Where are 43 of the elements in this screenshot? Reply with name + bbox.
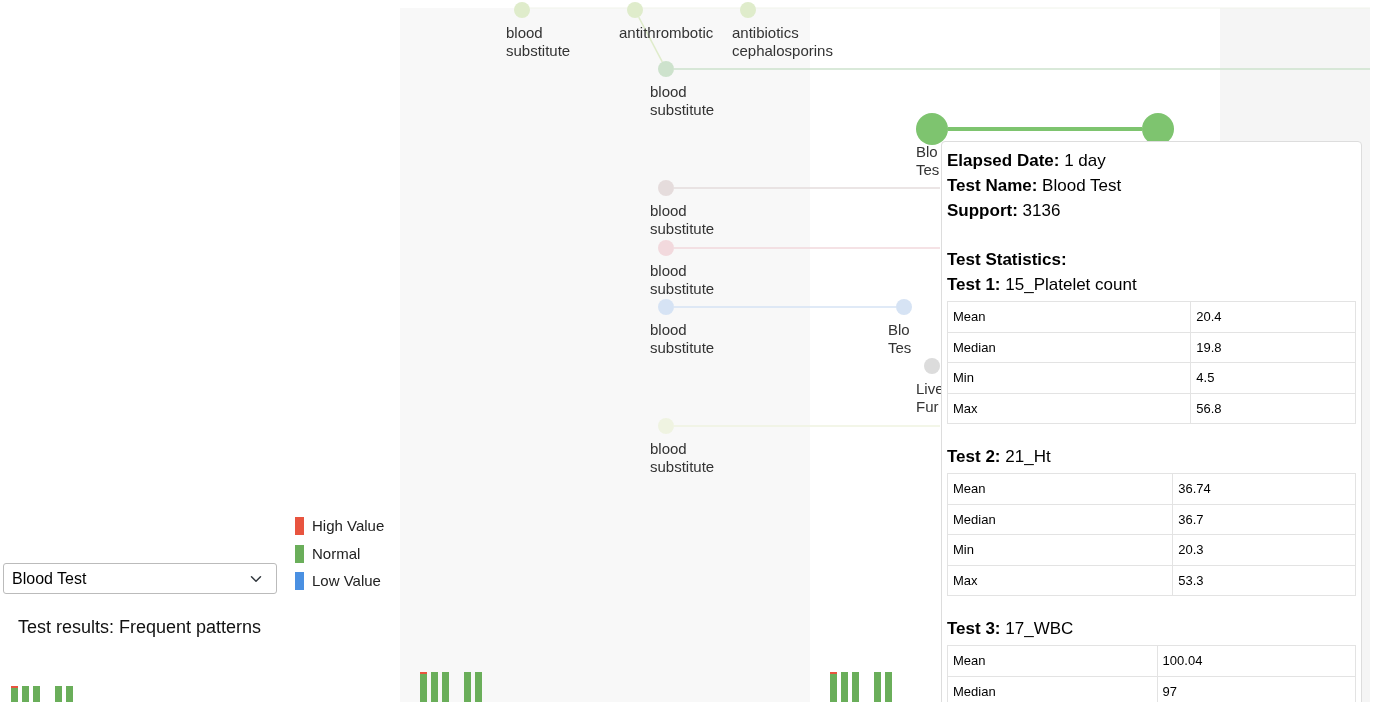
stat-value-cell: 100.04 xyxy=(1157,645,1356,676)
stat-value-cell: 19.8 xyxy=(1190,332,1356,363)
legend-label: High Value xyxy=(312,516,385,536)
node-label: blood substitute xyxy=(650,321,716,357)
test-heading: Test 1: 15_Platelet count xyxy=(947,274,1138,296)
test-heading: Test 2: 21_Ht xyxy=(947,446,1052,468)
tooltip-field: Test Name: Blood Test xyxy=(947,173,1356,198)
stat-name-cell: Min xyxy=(947,534,1173,565)
chart-title: Test results: Frequent patterns xyxy=(18,616,263,639)
stat-name-cell: Median xyxy=(947,504,1173,535)
test-heading: Test 3: 17_WBC xyxy=(947,618,1075,640)
stat-value-cell: 56.8 xyxy=(1190,393,1356,424)
stat-value-cell: 4.5 xyxy=(1190,362,1356,393)
stat-name-cell: Mean xyxy=(947,473,1173,504)
node-dot[interactable] xyxy=(627,2,643,18)
node-label: blood substitute xyxy=(650,83,716,119)
node-label: Blo Tes xyxy=(888,321,913,357)
test-select[interactable]: Blood Test xyxy=(3,563,277,594)
stat-name-cell: Mean xyxy=(947,301,1191,332)
stat-value-cell: 36.7 xyxy=(1172,504,1356,535)
stat-value-cell: 20.4 xyxy=(1190,301,1356,332)
stat-name-cell: Min xyxy=(947,362,1191,393)
stat-name-cell: Median xyxy=(947,676,1158,702)
stat-name-cell: Mean xyxy=(947,645,1158,676)
stat-value-cell: 20.3 xyxy=(1172,534,1356,565)
node-dot[interactable] xyxy=(740,2,756,18)
node-label: Blo Tes xyxy=(916,143,941,179)
legend-label: Normal xyxy=(312,543,361,564)
node-label: blood substitute xyxy=(650,202,716,238)
tooltip-field: Support: 3136 xyxy=(947,198,1356,223)
legend-label: Low Value xyxy=(312,571,381,591)
node-label: blood substitute xyxy=(650,440,716,476)
section-heading: Test Statistics: xyxy=(947,249,1068,271)
node-label: blood substitute xyxy=(650,262,716,298)
stat-value-cell: 36.74 xyxy=(1172,473,1356,504)
stat-name-cell: Median xyxy=(947,332,1191,363)
node-label: antibiotics cephalosporins xyxy=(732,24,834,60)
stat-value-cell: 53.3 xyxy=(1172,565,1356,596)
tooltip-field: Elapsed Date: 1 day xyxy=(947,148,1356,173)
stat-name-cell: Max xyxy=(947,565,1173,596)
node-dot[interactable] xyxy=(514,2,530,18)
stat-name-cell: Max xyxy=(947,393,1191,424)
node-label: blood substitute xyxy=(506,24,572,60)
